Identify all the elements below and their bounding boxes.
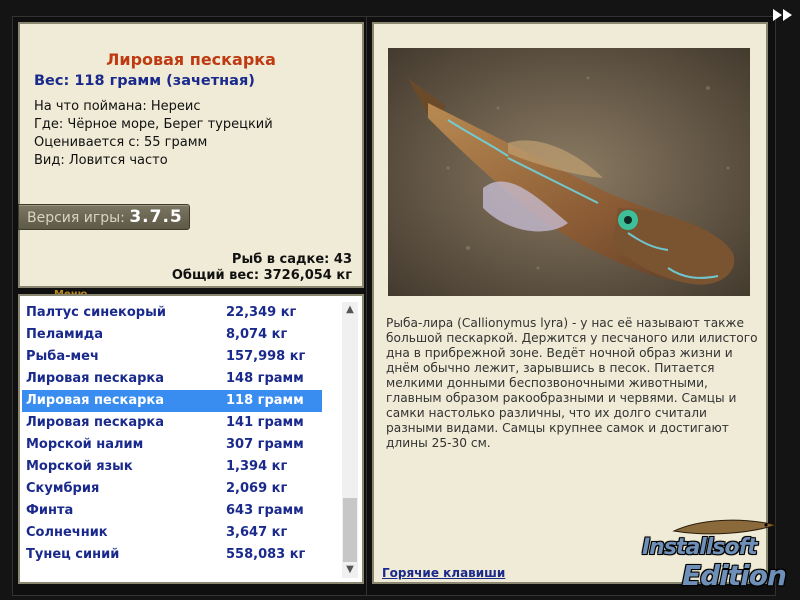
installsoft-watermark: Installsoft Edition xyxy=(640,515,796,595)
catch-fish-name: Лировая пескарка xyxy=(26,393,165,408)
fish-title: Лировая пескарка xyxy=(106,50,276,69)
catch-list-row[interactable]: Лировая пескарка 118 грамм xyxy=(22,390,322,412)
catch-fish-name: Лировая пескарка xyxy=(26,371,165,386)
fish-info-panel: Лировая пескарка Вес: 118 грамм (зачетна… xyxy=(18,22,364,300)
catch-list-row[interactable]: Финта 643 грамм xyxy=(22,500,322,522)
catch-fish-weight: 22,349 кг xyxy=(226,305,297,320)
chevron-up-icon[interactable]: ▲ xyxy=(342,302,358,318)
catch-fish-weight: 643 грамм xyxy=(226,503,304,518)
chevron-down-icon[interactable]: ▼ xyxy=(342,562,358,578)
fact-bait: На что поймана: Нереис xyxy=(34,99,201,114)
catch-fish-weight: 1,394 кг xyxy=(226,459,288,474)
fact-location: Где: Чёрное море, Берег турецкий xyxy=(34,117,273,132)
catch-list-row[interactable]: Пеламида 8,074 кг xyxy=(22,324,322,346)
fast-forward-icon[interactable] xyxy=(772,8,794,22)
catch-list[interactable]: Палтус синекорый 22,349 кг Пеламида 8,074 к… xyxy=(18,294,364,584)
catch-fish-weight: 141 грамм xyxy=(226,415,304,430)
catch-list-row[interactable]: Морской язык 1,394 кг xyxy=(22,456,322,478)
watermark-line2: Edition xyxy=(682,559,787,592)
catch-fish-name: Лировая пескарка xyxy=(26,415,165,430)
fish-weight: Вес: 118 грамм (зачетная) xyxy=(34,73,255,89)
keepnet-total-weight: Общий вес: 3726,054 кг xyxy=(171,268,352,283)
keepnet-stats: Рыб в садке: 43 Общий вес: 3726,054 кг xyxy=(172,252,352,284)
catch-list-scrollbar[interactable]: ▲ ▼ xyxy=(342,302,358,578)
catch-list-row[interactable]: Рыба-меч 157,998 кг xyxy=(22,346,322,368)
scrollbar-thumb[interactable] xyxy=(343,498,357,562)
version-value: 3.7.5 xyxy=(129,207,183,227)
catch-fish-name: Рыба-меч xyxy=(26,349,99,364)
catch-fish-weight: 307 грамм xyxy=(226,437,304,452)
watermark-line1: Installsoft xyxy=(642,535,758,560)
catch-fish-name: Тунец синий xyxy=(26,547,120,562)
catch-list-row[interactable]: Лировая пескарка 141 грамм xyxy=(22,412,322,434)
fact-frequency: Вид: Ловится часто xyxy=(34,153,168,168)
fish-photo xyxy=(388,48,750,296)
catch-fish-name: Финта xyxy=(26,503,74,518)
catch-fish-weight: 148 грамм xyxy=(226,371,304,386)
catch-list-row[interactable]: Лировая пескарка 148 грамм xyxy=(22,368,322,390)
catch-fish-weight: 8,074 кг xyxy=(226,327,288,342)
catch-fish-weight: 157,998 кг xyxy=(226,349,306,364)
fish-description-text: Рыба-лира (Callionymus lyra) - у нас её … xyxy=(386,316,758,450)
catch-fish-weight: 3,647 кг xyxy=(226,525,288,540)
keepnet-count: Рыб в садке: 43 xyxy=(231,252,352,267)
catch-fish-weight: 558,083 кг xyxy=(226,547,306,562)
catch-list-row[interactable]: Солнечник 3,647 кг xyxy=(22,522,322,544)
catch-list-row[interactable]: Тунец синий 558,083 кг xyxy=(22,544,322,566)
hotkeys-link[interactable]: Горячие клавиши xyxy=(382,566,505,580)
game-version-badge: Версия игры: 3.7.5 xyxy=(18,204,190,230)
catch-list-row[interactable]: Палтус синекорый 22,349 кг xyxy=(22,302,322,324)
catch-fish-name: Скумбрия xyxy=(26,481,100,496)
fish-facts: На что поймана: Нереис Где: Чёрное море,… xyxy=(34,98,273,170)
catch-fish-name: Морской налим xyxy=(26,437,144,452)
catch-list-row[interactable]: Скумбрия 2,069 кг xyxy=(22,478,322,500)
fish-description-panel: Рыба-лира (Callionymus lyra) - у нас её … xyxy=(372,22,768,584)
catch-fish-name: Палтус синекорый xyxy=(26,305,166,320)
catch-fish-name: Пеламида xyxy=(26,327,103,342)
catch-fish-weight: 118 грамм xyxy=(226,393,304,408)
version-label: Версия игры: xyxy=(27,210,125,226)
catch-fish-weight: 2,069 кг xyxy=(226,481,288,496)
catch-fish-name: Солнечник xyxy=(26,525,108,540)
fact-min-weight: Оценивается с: 55 грамм xyxy=(34,135,208,150)
catch-list-row[interactable]: Морской налим 307 грамм xyxy=(22,434,322,456)
catch-fish-name: Морской язык xyxy=(26,459,133,474)
